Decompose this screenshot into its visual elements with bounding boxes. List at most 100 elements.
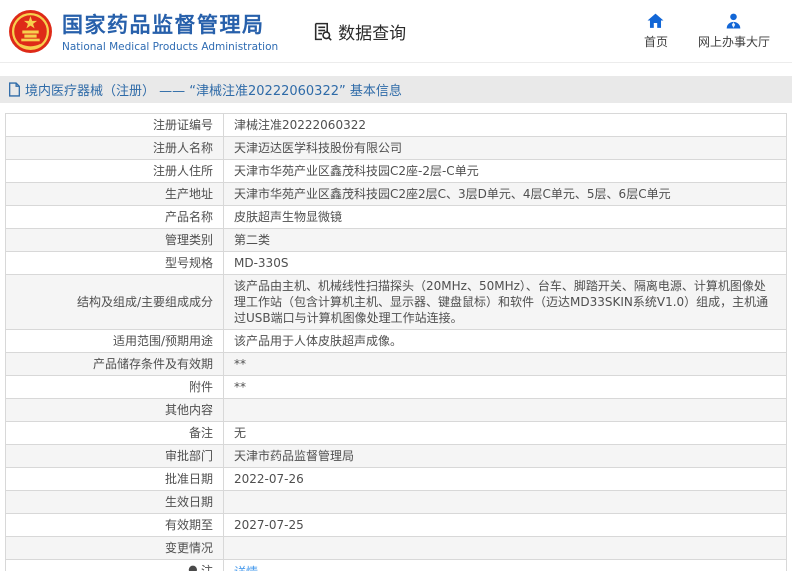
table-row: 生产地址 天津市华苑产业区鑫茂科技园C2座2层C、3层D单元、4层C单元、5层、… bbox=[5, 182, 787, 206]
field-value: 无 bbox=[223, 421, 787, 445]
field-label: 型号规格 bbox=[5, 251, 224, 275]
table-row: 批准日期 2022-07-26 bbox=[5, 467, 787, 491]
person-icon bbox=[727, 13, 741, 28]
table-row: 生效日期 bbox=[5, 490, 787, 514]
page-icon bbox=[9, 82, 20, 97]
field-value: 2027-07-25 bbox=[223, 513, 787, 537]
field-value-text: MD-330S bbox=[234, 256, 289, 270]
table-row: 型号规格 MD-330S bbox=[5, 251, 787, 275]
table-row: 审批部门 天津市药品监督管理局 bbox=[5, 444, 787, 468]
field-value: ** bbox=[223, 352, 787, 376]
field-label-text: 注册证编号 bbox=[152, 118, 213, 132]
field-value: 第二类 bbox=[223, 228, 787, 252]
note-icon bbox=[188, 565, 197, 571]
brand: 国家药品监督管理局 National Medical Products Admi… bbox=[8, 9, 278, 54]
field-value-text: 津械注准20222060322 bbox=[234, 118, 366, 132]
nav-home[interactable]: 首页 bbox=[644, 13, 668, 50]
field-label-text: 注 bbox=[200, 564, 213, 571]
field-value-text: 无 bbox=[234, 426, 247, 440]
field-label-text: 型号规格 bbox=[164, 256, 213, 270]
table-row: 附件 ** bbox=[5, 375, 787, 399]
field-label: 附件 bbox=[5, 375, 224, 399]
table-row: 管理类别 第二类 bbox=[5, 228, 787, 252]
field-label: 产品储存条件及有效期 bbox=[5, 352, 224, 376]
field-value-text: 天津市华苑产业区鑫茂科技园C2座2层C、3层D单元、4层C单元、5层、6层C单元 bbox=[234, 187, 671, 201]
field-value-text: ** bbox=[234, 380, 246, 394]
field-label-text: 审批部门 bbox=[164, 449, 213, 463]
org-name-cn: 国家药品监督管理局 bbox=[62, 13, 265, 37]
field-value-text: 该产品用于人体皮肤超声成像。 bbox=[234, 334, 403, 348]
field-label: 管理类别 bbox=[5, 228, 224, 252]
field-label: 注册证编号 bbox=[5, 113, 224, 137]
national-emblem-logo bbox=[9, 9, 52, 53]
field-label: 审批部门 bbox=[5, 444, 224, 468]
data-query-label: 数据查询 bbox=[338, 23, 407, 44]
field-label: 批准日期 bbox=[5, 467, 224, 491]
nav-home-label: 首页 bbox=[643, 34, 668, 49]
field-value: 天津市华苑产业区鑫茂科技园C2座-2层-C单元 bbox=[223, 159, 787, 183]
breadcrumb: 境内医疗器械（注册） —— “津械注准20222060322” 基本信息 bbox=[0, 76, 792, 103]
data-query-tab[interactable]: 数据查询 bbox=[312, 19, 406, 44]
field-value-text: 2022-07-26 bbox=[234, 472, 304, 486]
table-row: 备注 无 bbox=[5, 421, 787, 445]
field-value: MD-330S bbox=[223, 251, 787, 275]
field-label: 适用范围/预期用途 bbox=[5, 329, 224, 353]
field-label: 变更情况 bbox=[5, 536, 224, 560]
field-label: 其他内容 bbox=[5, 398, 224, 422]
field-value-text: 该产品由主机、机械线性扫描探头（20MHz、50MHz）、台车、脚踏开关、隔离电… bbox=[234, 279, 769, 325]
table-row: 变更情况 bbox=[5, 536, 787, 560]
field-label-text: 注册人名称 bbox=[152, 141, 213, 155]
table-row: 注册人住所 天津市华苑产业区鑫茂科技园C2座-2层-C单元 bbox=[5, 159, 787, 183]
field-value: 津械注准20222060322 bbox=[223, 113, 787, 137]
nav-service-hall[interactable]: 网上办事大厅 bbox=[698, 13, 770, 50]
field-label-text: 其他内容 bbox=[164, 403, 213, 417]
field-label-text: 产品名称 bbox=[164, 210, 213, 224]
field-value: 皮肤超声生物显微镜 bbox=[223, 205, 787, 229]
field-label: 结构及组成/主要组成成分 bbox=[5, 274, 224, 330]
field-label-text: 变更情况 bbox=[164, 541, 213, 555]
field-label: 产品名称 bbox=[5, 205, 224, 229]
table-row: 结构及组成/主要组成成分 该产品由主机、机械线性扫描探头（20MHz、50MHz… bbox=[5, 274, 787, 330]
home-icon bbox=[648, 13, 664, 28]
field-label: 注册人名称 bbox=[5, 136, 224, 160]
field-value: 该产品由主机、机械线性扫描探头（20MHz、50MHz）、台车、脚踏开关、隔离电… bbox=[223, 274, 787, 330]
document-search-icon bbox=[315, 22, 332, 41]
field-label: 注 bbox=[5, 559, 224, 571]
field-label-text: 有效期至 bbox=[164, 518, 213, 532]
field-label-text: 批准日期 bbox=[164, 472, 213, 486]
field-value-text: 天津市华苑产业区鑫茂科技园C2座-2层-C单元 bbox=[234, 164, 479, 178]
brand-text: 国家药品监督管理局 National Medical Products Admi… bbox=[62, 9, 278, 53]
field-value: 天津市药品监督管理局 bbox=[223, 444, 787, 468]
field-label-text: 结构及组成/主要组成成分 bbox=[76, 295, 213, 309]
field-value-text: 皮肤超声生物显微镜 bbox=[234, 210, 343, 224]
field-label-text: 产品储存条件及有效期 bbox=[92, 357, 213, 371]
table-row: 注 详情 bbox=[5, 559, 787, 571]
field-label-text: 注册人住所 bbox=[152, 164, 213, 178]
field-label-text: 附件 bbox=[188, 380, 213, 394]
field-value bbox=[223, 536, 787, 560]
table-row: 产品储存条件及有效期 ** bbox=[5, 352, 787, 376]
field-value bbox=[223, 490, 787, 514]
details-link[interactable]: 详情 bbox=[234, 565, 258, 571]
field-label: 有效期至 bbox=[5, 513, 224, 537]
field-value-text: 2027-07-25 bbox=[234, 518, 304, 532]
field-label-text: 备注 bbox=[188, 426, 213, 440]
field-value: 2022-07-26 bbox=[223, 467, 787, 491]
table-row: 适用范围/预期用途 该产品用于人体皮肤超声成像。 bbox=[5, 329, 787, 353]
field-value: 该产品用于人体皮肤超声成像。 bbox=[223, 329, 787, 353]
field-label: 注册人住所 bbox=[5, 159, 224, 183]
field-value-text: ** bbox=[234, 357, 246, 371]
field-value: 详情 bbox=[223, 559, 787, 571]
registration-info-table: 注册证编号 津械注准20222060322 注册人名称 天津迈达医学科技股份有限… bbox=[5, 113, 787, 571]
breadcrumb-text: 境内医疗器械（注册） —— “津械注准20222060322” 基本信息 bbox=[25, 84, 402, 99]
table-row: 有效期至 2027-07-25 bbox=[5, 513, 787, 537]
field-label: 生产地址 bbox=[5, 182, 224, 206]
field-value-text: 天津迈达医学科技股份有限公司 bbox=[234, 141, 403, 155]
field-label-text: 生效日期 bbox=[164, 495, 213, 509]
table-row: 注册证编号 津械注准20222060322 bbox=[5, 113, 787, 137]
field-label: 生效日期 bbox=[5, 490, 224, 514]
table-row: 其他内容 bbox=[5, 398, 787, 422]
field-value-text: 第二类 bbox=[234, 233, 271, 247]
field-value: 天津迈达医学科技股份有限公司 bbox=[223, 136, 787, 160]
field-value-text: 天津市药品监督管理局 bbox=[234, 449, 355, 463]
